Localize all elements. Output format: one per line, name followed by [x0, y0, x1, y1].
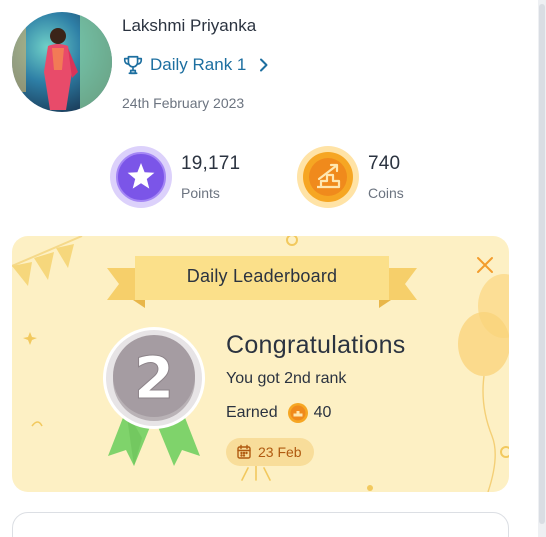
earned-label: Earned: [226, 404, 278, 421]
coins-value: 740: [368, 153, 401, 174]
leaderboard-title: Daily Leaderboard: [186, 266, 338, 286]
coins-stat: 740 Coins: [297, 146, 404, 208]
profile-date: 24th February 2023: [122, 95, 245, 111]
earned-amount: 40: [313, 404, 332, 421]
scrollbar-thumb[interactable]: [539, 4, 545, 524]
profile-header: Lakshmi Priyanka Daily Rank 1 24th Febru…: [12, 12, 492, 122]
coin-icon: [287, 403, 308, 423]
calendar-icon: [237, 444, 251, 459]
leaderboard-date: 23 Feb: [258, 444, 302, 460]
coin-icon: [297, 146, 359, 208]
coins-label: Coins: [368, 185, 404, 201]
daily-leaderboard-card: Daily Leaderboard 2 Congratulations You …: [12, 236, 509, 492]
leaderboard-date-badge: 23 Feb: [226, 438, 314, 466]
points-label: Points: [181, 185, 220, 201]
next-card: [12, 512, 509, 537]
chevron-right-icon: [260, 58, 268, 72]
daily-rank-link[interactable]: Daily Rank 1: [122, 54, 270, 76]
rank-message: You got 2nd rank: [226, 370, 347, 387]
daily-rank-label: Daily Rank 1: [150, 55, 247, 74]
medal-number: 2: [134, 344, 174, 412]
page-scrollbar[interactable]: [538, 0, 546, 537]
congratulations-heading: Congratulations: [226, 331, 406, 359]
points-value: 19,171: [181, 153, 241, 174]
close-icon[interactable]: [474, 254, 496, 276]
earned-row: Earned 40: [226, 402, 331, 424]
avatar[interactable]: [12, 12, 112, 112]
trophy-icon: [123, 55, 143, 75]
star-icon: [110, 146, 172, 208]
silver-medal-icon: 2: [103, 327, 205, 466]
user-name: Lakshmi Priyanka: [122, 16, 257, 35]
points-stat: 19,171 Points: [110, 146, 240, 208]
